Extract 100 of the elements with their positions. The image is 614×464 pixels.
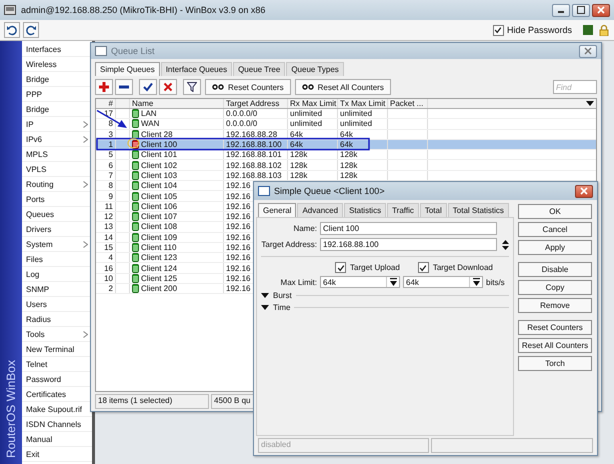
minimize-button[interactable] xyxy=(552,4,570,16)
disable-button[interactable] xyxy=(159,79,177,95)
window-title: admin@192.168.88.250 (MikroTik-BHI) - WinBox v3.9 on x86 xyxy=(21,5,266,15)
dialog-button[interactable]: Copy xyxy=(518,280,592,295)
tab[interactable]: Total xyxy=(420,203,447,217)
dropdown-icon xyxy=(472,278,480,286)
tab[interactable]: Statistics xyxy=(344,203,386,217)
table-cell: 9 xyxy=(96,191,116,201)
target-address-field[interactable]: 192.168.88.100 xyxy=(320,238,497,251)
table-cell: 10 xyxy=(96,274,116,284)
dialog-button[interactable]: Cancel xyxy=(518,222,592,237)
column-header[interactable]: Name xyxy=(130,99,224,108)
table-cell: Client 125 xyxy=(141,274,178,283)
column-header[interactable]: Rx Max Limit xyxy=(288,99,338,108)
dialog-button[interactable]: Remove xyxy=(518,298,592,313)
table-cell: 64k xyxy=(340,140,353,150)
sort-arrows-icon xyxy=(502,240,509,250)
sidebar-item[interactable]: ISDN Channels xyxy=(22,417,92,432)
table-cell: Client 28 xyxy=(141,130,173,139)
tab[interactable]: Simple Queues xyxy=(95,62,160,76)
close-button[interactable] xyxy=(592,4,610,16)
table-cell: 192.168.88.103 xyxy=(224,170,288,180)
section-header[interactable]: Time xyxy=(273,303,290,312)
name-field[interactable]: Client 100 xyxy=(320,222,497,235)
table-row[interactable]: 5 Client 101 192.168.88.101 128k 128k xyxy=(96,150,596,160)
counter-icon xyxy=(302,84,314,90)
table-cell: 6 xyxy=(96,160,116,170)
window-icon xyxy=(258,186,270,196)
table-cell: Client 104 xyxy=(141,181,178,190)
tab[interactable]: General xyxy=(258,203,296,217)
dialog-button[interactable]: Disable xyxy=(518,262,592,277)
table-cell: Client 109 xyxy=(141,232,178,242)
find-field[interactable]: Find xyxy=(553,80,597,94)
sidebar-item[interactable]: Manual xyxy=(22,432,92,447)
table-cell: 64k xyxy=(340,130,353,139)
table-cell: Client 103 xyxy=(141,170,178,180)
table-cell: 5 xyxy=(96,150,116,160)
close-icon xyxy=(579,187,589,195)
table-cell: 192.168.88.28 xyxy=(224,130,288,139)
table-cell: 7 xyxy=(96,170,116,180)
enable-button[interactable] xyxy=(139,79,157,95)
field-label: Name: xyxy=(292,224,317,233)
unit-label: bits/s xyxy=(486,278,505,286)
tab[interactable]: Traffic xyxy=(387,203,419,217)
column-menu-icon xyxy=(586,101,594,106)
table-cell: Client 108 xyxy=(141,222,178,232)
undo-button[interactable] xyxy=(4,22,20,38)
dialog-button[interactable]: Torch xyxy=(518,356,592,371)
add-button[interactable] xyxy=(95,79,113,95)
max-limit-upload-field[interactable]: 64k xyxy=(320,276,400,288)
close-button[interactable] xyxy=(575,184,593,198)
expander-arrow-icon[interactable] xyxy=(261,293,269,298)
table-cell: Client 101 xyxy=(141,150,178,160)
filter-button[interactable] xyxy=(183,79,201,95)
table-cell: 192.168.88.102 xyxy=(224,160,288,170)
status-text: 18 items (1 selected) xyxy=(95,394,209,409)
counter-icon xyxy=(212,84,224,90)
maximize-button[interactable] xyxy=(572,4,590,16)
dialog-button[interactable]: Reset All Counters xyxy=(518,338,592,353)
table-cell: Client 110 xyxy=(141,243,176,252)
table-cell: 128k xyxy=(340,160,358,170)
remove-button[interactable] xyxy=(115,79,133,95)
column-header[interactable]: Packet ... xyxy=(388,99,428,108)
column-header[interactable]: Target Address xyxy=(224,99,288,108)
x-icon xyxy=(163,82,173,92)
reset-counters-button[interactable]: Reset Counters xyxy=(205,79,291,95)
table-cell: 0.0.0.0/0 xyxy=(224,119,288,129)
table-cell: 16 xyxy=(96,263,116,273)
maximize-icon xyxy=(576,6,586,14)
tab[interactable]: Queue Types xyxy=(286,62,344,76)
table-cell: 11 xyxy=(96,202,116,211)
table-row[interactable]: 6 Client 102 192.168.88.102 128k 128k xyxy=(96,160,596,171)
close-icon xyxy=(583,47,593,55)
column-header[interactable]: # xyxy=(96,99,116,108)
redo-button[interactable] xyxy=(23,22,39,38)
tab[interactable]: Total Statistics xyxy=(448,203,509,217)
sidebar-item[interactable]: Exit xyxy=(22,447,92,462)
tab[interactable]: Queue Tree xyxy=(233,62,286,76)
highlight-ellipse xyxy=(128,138,140,148)
reset-counters-button[interactable]: Reset All Counters xyxy=(294,79,391,95)
filter-icon xyxy=(187,82,197,92)
column-header[interactable]: Tx Max Limit xyxy=(338,99,388,108)
dialog-button[interactable]: OK xyxy=(518,204,592,219)
tab[interactable]: Advanced xyxy=(297,203,344,217)
checkbox[interactable] xyxy=(418,262,429,273)
brand-text: RouterOS WinBox xyxy=(4,360,18,458)
checkbox[interactable] xyxy=(335,262,346,273)
table-cell: LAN xyxy=(141,109,157,118)
hide-passwords-checkbox[interactable] xyxy=(492,24,504,36)
window-icon xyxy=(4,5,16,15)
max-limit-download-field[interactable]: 64k xyxy=(403,276,483,288)
table-row[interactable]: 8 WAN 0.0.0.0/0 unlimited unlimited xyxy=(96,119,596,130)
tab[interactable]: Interface Queues xyxy=(160,62,232,76)
dialog-button[interactable]: Apply xyxy=(518,240,592,255)
table-cell: 12 xyxy=(96,212,116,222)
section-header[interactable]: Burst xyxy=(273,291,292,300)
annotation-arrow xyxy=(96,110,127,128)
dialog-button[interactable]: Reset Counters xyxy=(518,320,592,335)
table-cell: 128k xyxy=(290,160,308,170)
expander-arrow-icon[interactable] xyxy=(261,305,269,310)
